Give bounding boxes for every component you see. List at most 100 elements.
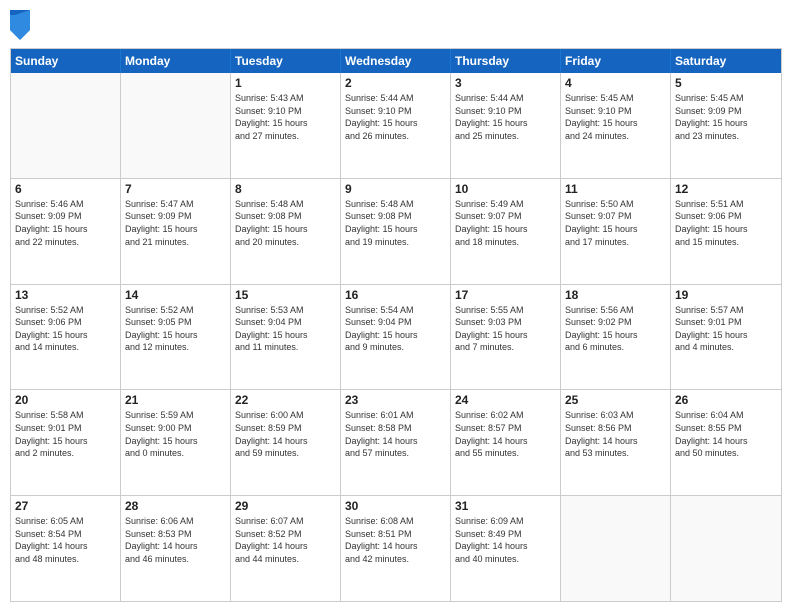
day-cell-8: 8 Sunrise: 5:48 AM Sunset: 9:08 PM Daylig… xyxy=(231,179,341,284)
day-cell-6: 6 Sunrise: 5:46 AM Sunset: 9:09 PM Daylig… xyxy=(11,179,121,284)
calendar-row-0: 1 Sunrise: 5:43 AM Sunset: 9:10 PM Daylig… xyxy=(11,73,781,179)
day-number: 24 xyxy=(455,393,556,407)
day-cell-25: 25Sunrise: 6:03 AM Sunset: 8:56 PM Dayli… xyxy=(561,390,671,495)
day-info: Sunrise: 5:57 AM Sunset: 9:01 PM Dayligh… xyxy=(675,304,777,354)
empty-cell xyxy=(671,496,781,601)
empty-cell xyxy=(11,73,121,178)
day-info: Sunrise: 5:45 AM Sunset: 9:09 PM Dayligh… xyxy=(675,92,777,142)
day-cell-21: 21 Sunrise: 5:59 AM Sunset: 9:00 PM Dayli… xyxy=(121,390,231,495)
day-number: 31 xyxy=(455,499,556,513)
day-number: 29 xyxy=(235,499,336,513)
day-info: Sunrise: 5:54 AM Sunset: 9:04 PM Dayligh… xyxy=(345,304,446,354)
day-info: Sunrise: 5:53 AM Sunset: 9:04 PM Dayligh… xyxy=(235,304,336,354)
day-cell-23: 23 Sunrise: 6:01 AM Sunset: 8:58 PM Dayli… xyxy=(341,390,451,495)
header-day-wednesday: Wednesday xyxy=(341,49,451,73)
header-day-monday: Monday xyxy=(121,49,231,73)
day-info: Sunrise: 5:52 AM Sunset: 9:05 PM Dayligh… xyxy=(125,304,226,354)
day-number: 23 xyxy=(345,393,446,407)
day-number: 18 xyxy=(565,288,666,302)
day-number: 30 xyxy=(345,499,446,513)
day-cell-27: 27Sunrise: 6:05 AM Sunset: 8:54 PM Dayli… xyxy=(11,496,121,601)
day-cell-4: 4 Sunrise: 5:45 AM Sunset: 9:10 PM Daylig… xyxy=(561,73,671,178)
day-number: 20 xyxy=(15,393,116,407)
day-number: 28 xyxy=(125,499,226,513)
day-number: 2 xyxy=(345,76,446,90)
calendar-row-3: 20Sunrise: 5:58 AM Sunset: 9:01 PM Dayli… xyxy=(11,390,781,496)
day-number: 15 xyxy=(235,288,336,302)
day-number: 14 xyxy=(125,288,226,302)
day-cell-13: 13 Sunrise: 5:52 AM Sunset: 9:06 PM Dayli… xyxy=(11,285,121,390)
header-day-friday: Friday xyxy=(561,49,671,73)
day-number: 13 xyxy=(15,288,116,302)
day-info: Sunrise: 5:56 AM Sunset: 9:02 PM Dayligh… xyxy=(565,304,666,354)
day-number: 9 xyxy=(345,182,446,196)
day-number: 8 xyxy=(235,182,336,196)
day-cell-31: 31Sunrise: 6:09 AM Sunset: 8:49 PM Dayli… xyxy=(451,496,561,601)
header-day-thursday: Thursday xyxy=(451,49,561,73)
calendar: SundayMondayTuesdayWednesdayThursdayFrid… xyxy=(10,48,782,602)
day-info: Sunrise: 5:46 AM Sunset: 9:09 PM Dayligh… xyxy=(15,198,116,248)
page: SundayMondayTuesdayWednesdayThursdayFrid… xyxy=(0,0,792,612)
logo xyxy=(10,10,32,40)
day-cell-16: 16 Sunrise: 5:54 AM Sunset: 9:04 PM Dayli… xyxy=(341,285,451,390)
day-cell-22: 22 Sunrise: 6:00 AM Sunset: 8:59 PM Dayli… xyxy=(231,390,341,495)
day-info: Sunrise: 5:59 AM Sunset: 9:00 PM Dayligh… xyxy=(125,409,226,459)
day-number: 22 xyxy=(235,393,336,407)
calendar-header: SundayMondayTuesdayWednesdayThursdayFrid… xyxy=(11,49,781,73)
day-cell-5: 5 Sunrise: 5:45 AM Sunset: 9:09 PM Daylig… xyxy=(671,73,781,178)
day-number: 25 xyxy=(565,393,666,407)
day-info: Sunrise: 5:49 AM Sunset: 9:07 PM Dayligh… xyxy=(455,198,556,248)
day-cell-26: 26 Sunrise: 6:04 AM Sunset: 8:55 PM Dayli… xyxy=(671,390,781,495)
day-cell-10: 10Sunrise: 5:49 AM Sunset: 9:07 PM Dayli… xyxy=(451,179,561,284)
day-info: Sunrise: 6:08 AM Sunset: 8:51 PM Dayligh… xyxy=(345,515,446,565)
day-info: Sunrise: 5:51 AM Sunset: 9:06 PM Dayligh… xyxy=(675,198,777,248)
day-cell-15: 15 Sunrise: 5:53 AM Sunset: 9:04 PM Dayli… xyxy=(231,285,341,390)
header-day-saturday: Saturday xyxy=(671,49,781,73)
day-cell-7: 7 Sunrise: 5:47 AM Sunset: 9:09 PM Daylig… xyxy=(121,179,231,284)
day-cell-2: 2 Sunrise: 5:44 AM Sunset: 9:10 PM Daylig… xyxy=(341,73,451,178)
day-info: Sunrise: 6:00 AM Sunset: 8:59 PM Dayligh… xyxy=(235,409,336,459)
logo-icon xyxy=(10,10,30,40)
calendar-row-1: 6 Sunrise: 5:46 AM Sunset: 9:09 PM Daylig… xyxy=(11,179,781,285)
day-number: 11 xyxy=(565,182,666,196)
day-info: Sunrise: 5:48 AM Sunset: 9:08 PM Dayligh… xyxy=(345,198,446,248)
day-cell-14: 14 Sunrise: 5:52 AM Sunset: 9:05 PM Dayli… xyxy=(121,285,231,390)
day-cell-30: 30 Sunrise: 6:08 AM Sunset: 8:51 PM Dayli… xyxy=(341,496,451,601)
day-cell-18: 18 Sunrise: 5:56 AM Sunset: 9:02 PM Dayli… xyxy=(561,285,671,390)
header-day-sunday: Sunday xyxy=(11,49,121,73)
day-number: 17 xyxy=(455,288,556,302)
calendar-row-4: 27Sunrise: 6:05 AM Sunset: 8:54 PM Dayli… xyxy=(11,496,781,601)
day-number: 6 xyxy=(15,182,116,196)
empty-cell xyxy=(121,73,231,178)
day-number: 1 xyxy=(235,76,336,90)
day-number: 26 xyxy=(675,393,777,407)
day-cell-24: 24 Sunrise: 6:02 AM Sunset: 8:57 PM Dayli… xyxy=(451,390,561,495)
day-info: Sunrise: 6:01 AM Sunset: 8:58 PM Dayligh… xyxy=(345,409,446,459)
day-info: Sunrise: 5:44 AM Sunset: 9:10 PM Dayligh… xyxy=(345,92,446,142)
day-number: 27 xyxy=(15,499,116,513)
day-info: Sunrise: 5:52 AM Sunset: 9:06 PM Dayligh… xyxy=(15,304,116,354)
day-number: 19 xyxy=(675,288,777,302)
day-number: 4 xyxy=(565,76,666,90)
day-info: Sunrise: 6:07 AM Sunset: 8:52 PM Dayligh… xyxy=(235,515,336,565)
day-number: 21 xyxy=(125,393,226,407)
day-cell-12: 12 Sunrise: 5:51 AM Sunset: 9:06 PM Dayli… xyxy=(671,179,781,284)
day-number: 5 xyxy=(675,76,777,90)
day-cell-29: 29 Sunrise: 6:07 AM Sunset: 8:52 PM Dayli… xyxy=(231,496,341,601)
day-info: Sunrise: 6:02 AM Sunset: 8:57 PM Dayligh… xyxy=(455,409,556,459)
header-day-tuesday: Tuesday xyxy=(231,49,341,73)
calendar-body: 1 Sunrise: 5:43 AM Sunset: 9:10 PM Daylig… xyxy=(11,73,781,601)
day-number: 16 xyxy=(345,288,446,302)
day-cell-17: 17 Sunrise: 5:55 AM Sunset: 9:03 PM Dayli… xyxy=(451,285,561,390)
day-info: Sunrise: 5:55 AM Sunset: 9:03 PM Dayligh… xyxy=(455,304,556,354)
day-number: 7 xyxy=(125,182,226,196)
day-cell-20: 20Sunrise: 5:58 AM Sunset: 9:01 PM Dayli… xyxy=(11,390,121,495)
day-number: 12 xyxy=(675,182,777,196)
day-info: Sunrise: 5:43 AM Sunset: 9:10 PM Dayligh… xyxy=(235,92,336,142)
day-info: Sunrise: 5:45 AM Sunset: 9:10 PM Dayligh… xyxy=(565,92,666,142)
day-info: Sunrise: 5:48 AM Sunset: 9:08 PM Dayligh… xyxy=(235,198,336,248)
day-info: Sunrise: 5:47 AM Sunset: 9:09 PM Dayligh… xyxy=(125,198,226,248)
day-cell-1: 1 Sunrise: 5:43 AM Sunset: 9:10 PM Daylig… xyxy=(231,73,341,178)
day-info: Sunrise: 6:04 AM Sunset: 8:55 PM Dayligh… xyxy=(675,409,777,459)
day-cell-11: 11Sunrise: 5:50 AM Sunset: 9:07 PM Dayli… xyxy=(561,179,671,284)
